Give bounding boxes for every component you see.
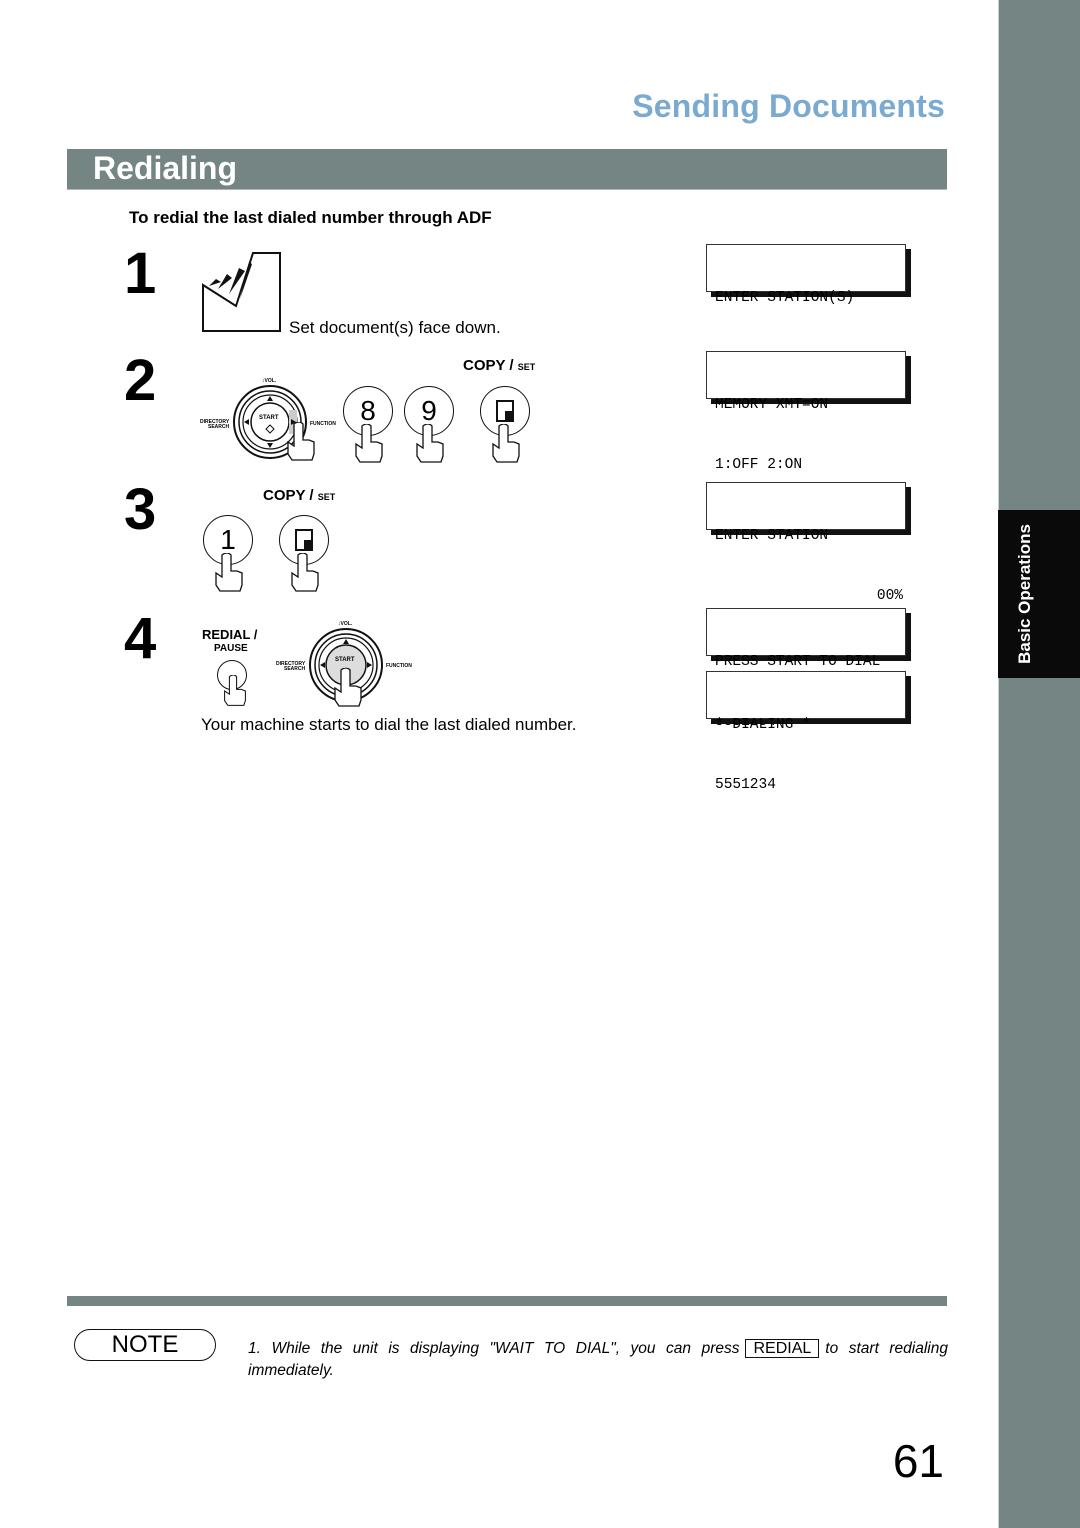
lcd-line-1: * DIALING * [715,717,811,733]
step-number-4: 4 [124,606,157,671]
step-number-1: 1 [124,241,157,306]
subheading: To redial the last dialed number through… [129,208,492,227]
lcd-line-2: 5551234 [715,777,776,793]
lcd-display: ENTER STATION(S) THEN PRESS START 00% [706,244,906,366]
copy-icon [295,529,313,551]
search-label: SEARCH [208,424,230,430]
note-text: 1. While the unit is displaying "WAIT TO… [248,1338,948,1382]
note-text-before: 1. While the unit is displaying "WAIT TO… [248,1340,740,1357]
pointing-hand-icon [334,668,362,707]
pointing-hand-icon [355,424,383,463]
pointing-hand-icon [287,422,315,461]
start-label: START [259,415,279,421]
lcd-line-1: ENTER STATION [715,528,829,544]
pointing-hand-icon [416,424,444,463]
note-badge: NOTE [74,1329,216,1361]
chapter-tab-label: Basic Operations [1015,524,1034,664]
chapter-tab [998,510,1080,678]
lcd-line-1: ENTER STATION(S) [715,290,855,306]
copy-label: COPY [463,357,506,374]
lcd-display: * DIALING * 5551234 [706,671,906,793]
footer-bar [67,1296,947,1306]
redial-label: REDIAL / [202,627,258,642]
lcd-line-2: 00% [876,588,903,604]
vol-label: ↕VOL. [262,378,277,384]
search-label: SEARCH [284,666,306,672]
step-number-3: 3 [124,477,157,542]
copy-set-label: COPY / SET [263,487,336,504]
function-label: FUNCTION [386,663,412,669]
lcd-display: ENTER STATION 00% [706,482,906,604]
section-title: Sending Documents [632,88,945,124]
pointing-hand-icon [492,424,520,463]
lcd-line-1: PRESS START TO DIAL [715,654,881,670]
vol-label: ↕VOL. [338,621,353,627]
document-feed-icon [202,252,281,332]
pointing-hand-icon [224,675,246,706]
pause-label: PAUSE [214,643,248,654]
lcd-line-1: MEMORY XMT=ON [715,397,829,413]
pointing-hand-icon [215,553,243,592]
side-strip [998,0,1080,1528]
redial-key-label: REDIAL [745,1339,820,1358]
lcd-display: MEMORY XMT=ON 1:OFF 2:ON [706,351,906,473]
step-4-caption: Your machine starts to dial the last dia… [201,715,577,734]
set-label: SET [317,492,336,502]
title-bar: Redialing [67,149,947,190]
copy-icon [496,400,514,422]
pointing-hand-icon [291,553,319,592]
copy-set-label: COPY / SET [463,357,536,374]
page-title: Redialing [93,150,238,186]
step-1-caption: Set document(s) face down. [289,318,501,337]
start-label: START [335,657,355,663]
lcd-line-2: 1:OFF 2:ON [715,457,803,473]
copy-label: COPY [263,487,306,504]
lcd-display: PRESS START TO DIAL 5551234 [706,608,906,730]
set-label: SET [517,362,536,372]
step-number-2: 2 [124,348,157,413]
page-number: 61 [892,1435,944,1487]
